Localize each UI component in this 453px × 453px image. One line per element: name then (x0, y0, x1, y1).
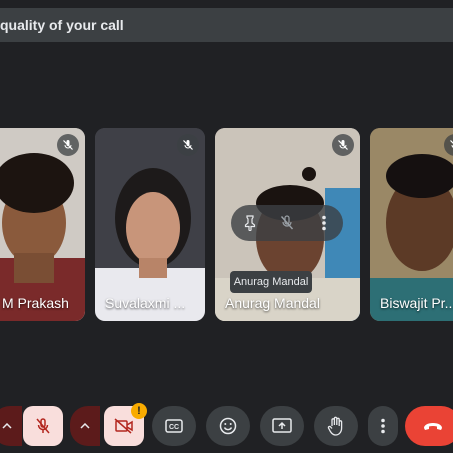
participant-name: Suvalaxmi ... (105, 295, 186, 311)
banner-text: quality of your call (0, 17, 124, 33)
chevron-up-icon (2, 423, 12, 429)
more-vert-icon[interactable] (309, 208, 339, 238)
present-screen-button[interactable] (260, 406, 304, 446)
mic-off-icon (36, 418, 50, 434)
more-vert-icon (381, 418, 385, 434)
mic-off-icon (177, 134, 199, 156)
participant-name: M Prakash (2, 295, 69, 311)
mic-off-icon (57, 134, 79, 156)
camera-warning-badge: ! (131, 403, 147, 419)
participant-name: Anurag Mandal (225, 295, 320, 311)
mic-toggle-button[interactable] (23, 406, 63, 446)
camera-options-button[interactable] (70, 406, 100, 446)
smiley-icon (219, 417, 237, 435)
participant-tile-suvalaxmi[interactable]: Suvalaxmi ... (95, 128, 205, 321)
notification-banner: quality of your call (0, 8, 453, 42)
chevron-up-icon (80, 423, 90, 429)
pin-icon[interactable] (235, 208, 265, 238)
tile-hover-actions (231, 205, 343, 241)
camera-off-icon (114, 418, 133, 434)
closed-captions-icon: CC (165, 419, 183, 433)
hang-up-icon (424, 423, 442, 430)
mic-options-button[interactable] (0, 406, 22, 446)
raise-hand-button[interactable] (314, 406, 358, 446)
present-screen-icon (272, 418, 292, 433)
emoji-reactions-button[interactable] (206, 406, 250, 446)
captions-button[interactable]: CC (152, 406, 196, 446)
video-feed (370, 128, 453, 321)
call-controls-toolbar: CC (0, 403, 453, 449)
video-feed (0, 128, 85, 321)
video-feed (95, 128, 205, 321)
mute-participant-icon[interactable] (272, 208, 302, 238)
participant-name: Biswajit Pr... (380, 295, 453, 311)
mic-off-icon (332, 134, 354, 156)
raise-hand-icon (327, 416, 343, 436)
participant-tile-m-prakash[interactable]: M Prakash (0, 128, 85, 321)
participant-tile-biswajit[interactable]: Biswajit Pr... (370, 128, 453, 321)
more-options-button[interactable] (368, 406, 398, 446)
name-tooltip: Anurag Mandal (230, 271, 312, 293)
svg-text:CC: CC (169, 424, 179, 431)
leave-call-button[interactable] (405, 406, 453, 446)
